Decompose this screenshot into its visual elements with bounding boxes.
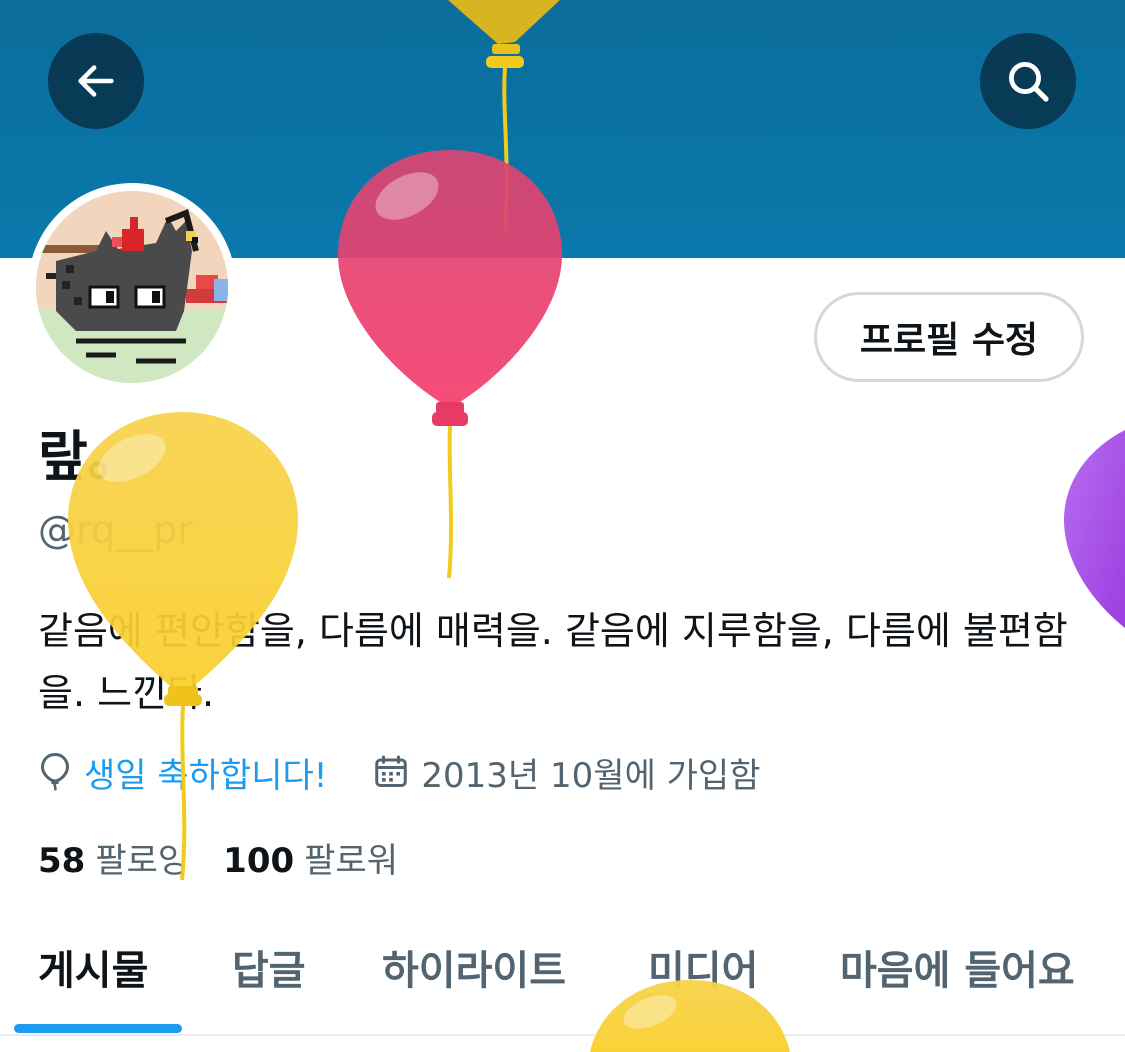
- pixel-cat-avatar: [36, 191, 228, 383]
- follow-stats: 58 팔로잉 100 팔로워: [38, 832, 398, 882]
- joined-item: 2013년 10월에 가입함: [373, 748, 761, 797]
- search-button[interactable]: [980, 33, 1076, 129]
- followers-count: 100: [223, 840, 295, 881]
- profile-tabs: 게시물 답글 하이라이트 미디어 마음에 들어요: [0, 920, 1125, 1034]
- tab-highlights[interactable]: 하이라이트: [382, 938, 566, 996]
- back-button[interactable]: [48, 33, 144, 129]
- user-handle: @rq__pr: [38, 508, 193, 552]
- followers-link[interactable]: 100 팔로워: [223, 833, 398, 882]
- display-name: 랖。: [38, 425, 142, 488]
- avatar[interactable]: [28, 183, 236, 391]
- edit-profile-button[interactable]: 프로필 수정: [814, 292, 1084, 382]
- tab-posts[interactable]: 게시물: [38, 938, 148, 996]
- tabs-divider: [0, 1034, 1125, 1036]
- tab-likes[interactable]: 마음에 들어요: [840, 938, 1075, 996]
- calendar-icon: [375, 755, 408, 787]
- tab-replies[interactable]: 답글: [232, 938, 306, 996]
- birthday-text[interactable]: 생일 축하합니다!: [84, 748, 327, 797]
- active-tab-indicator: [14, 1024, 182, 1033]
- tab-media[interactable]: 미디어: [648, 938, 758, 996]
- search-icon: [1008, 61, 1049, 102]
- profile-bio: 같음에 편안함을, 다름에 매력을. 같음에 지루함을, 다름에 불편함을. 느…: [38, 609, 1068, 715]
- profile-page: 프로필 수정 랖。 @rq__pr 같음에 편안함을, 다름에 매력을. 같음에…: [0, 0, 1125, 1052]
- following-link[interactable]: 58 팔로잉: [38, 833, 189, 882]
- balloon-purple: [1064, 430, 1125, 628]
- avatar-image: [36, 191, 228, 383]
- following-label: 팔로잉: [95, 840, 190, 881]
- arrow-left-icon: [78, 65, 114, 97]
- balloon-icon: [40, 752, 70, 791]
- birthday-item: 생일 축하합니다!: [38, 748, 327, 797]
- joined-date: 2013년 10월에 가입함: [421, 755, 761, 796]
- following-count: 58: [38, 840, 86, 881]
- followers-label: 팔로워: [304, 840, 398, 881]
- profile-meta: 생일 축하합니다! 2013년 10월에 가입함: [38, 744, 761, 800]
